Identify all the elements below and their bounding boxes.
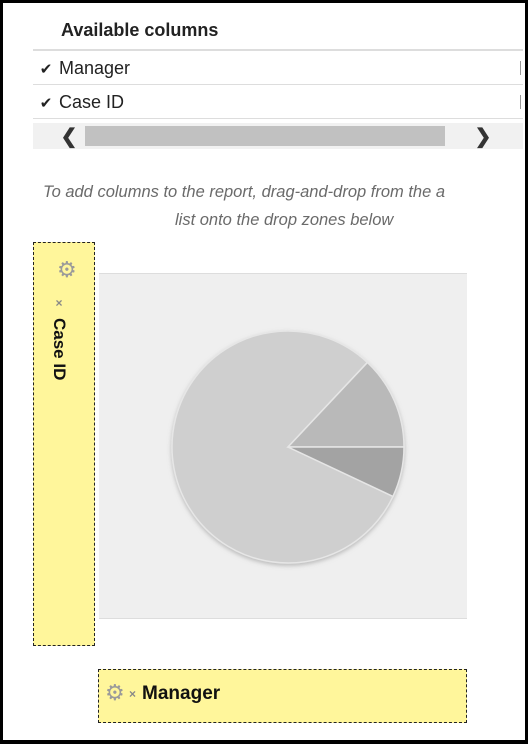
row-drop-zone[interactable]: ⚙ × Case ID — [33, 242, 95, 646]
header-divider — [33, 49, 523, 51]
hint-line-2: list onto the drop zones below — [175, 211, 394, 229]
scroll-right-icon[interactable]: ❯ — [463, 123, 503, 149]
column-field-label: Manager — [142, 683, 221, 704]
column-item-manager[interactable]: ✔ Manager — [33, 53, 523, 85]
column-field-chip[interactable]: × Manager — [129, 683, 220, 705]
row-field-chip[interactable]: × Case ID — [49, 296, 69, 380]
hint-line-1: To add columns to the report, drag-and-d… — [43, 183, 446, 201]
column-item-case-id[interactable]: ✔ Case ID — [33, 87, 523, 119]
horizontal-scrollbar[interactable]: ❮ ❯ — [33, 123, 523, 149]
checkmark-icon: ✔ — [39, 94, 53, 112]
available-columns-title: Available columns — [61, 20, 219, 40]
remove-icon[interactable]: × — [52, 296, 66, 310]
row-field-label: Case ID — [50, 318, 69, 381]
scroll-left-icon[interactable]: ❮ — [49, 123, 89, 149]
chart-area — [99, 273, 467, 619]
scrollbar-edge — [520, 95, 525, 109]
drag-drop-hint: To add columns to the report, drag-and-d… — [3, 178, 525, 234]
column-item-label: Case ID — [59, 92, 125, 112]
column-item-label: Manager — [59, 58, 131, 78]
gear-icon[interactable]: ⚙ — [57, 257, 77, 283]
scrollbar-edge — [520, 61, 525, 75]
column-drop-zone[interactable]: ⚙ × Manager — [98, 669, 467, 723]
gear-icon[interactable]: ⚙ — [105, 680, 125, 706]
scrollbar-thumb[interactable] — [85, 126, 445, 146]
checkmark-icon: ✔ — [39, 60, 53, 78]
report-designer: Available columns ✔ Manager ✔ Case ID ❮ … — [3, 3, 525, 740]
remove-icon[interactable]: × — [129, 687, 136, 701]
pie-chart — [171, 330, 405, 564]
